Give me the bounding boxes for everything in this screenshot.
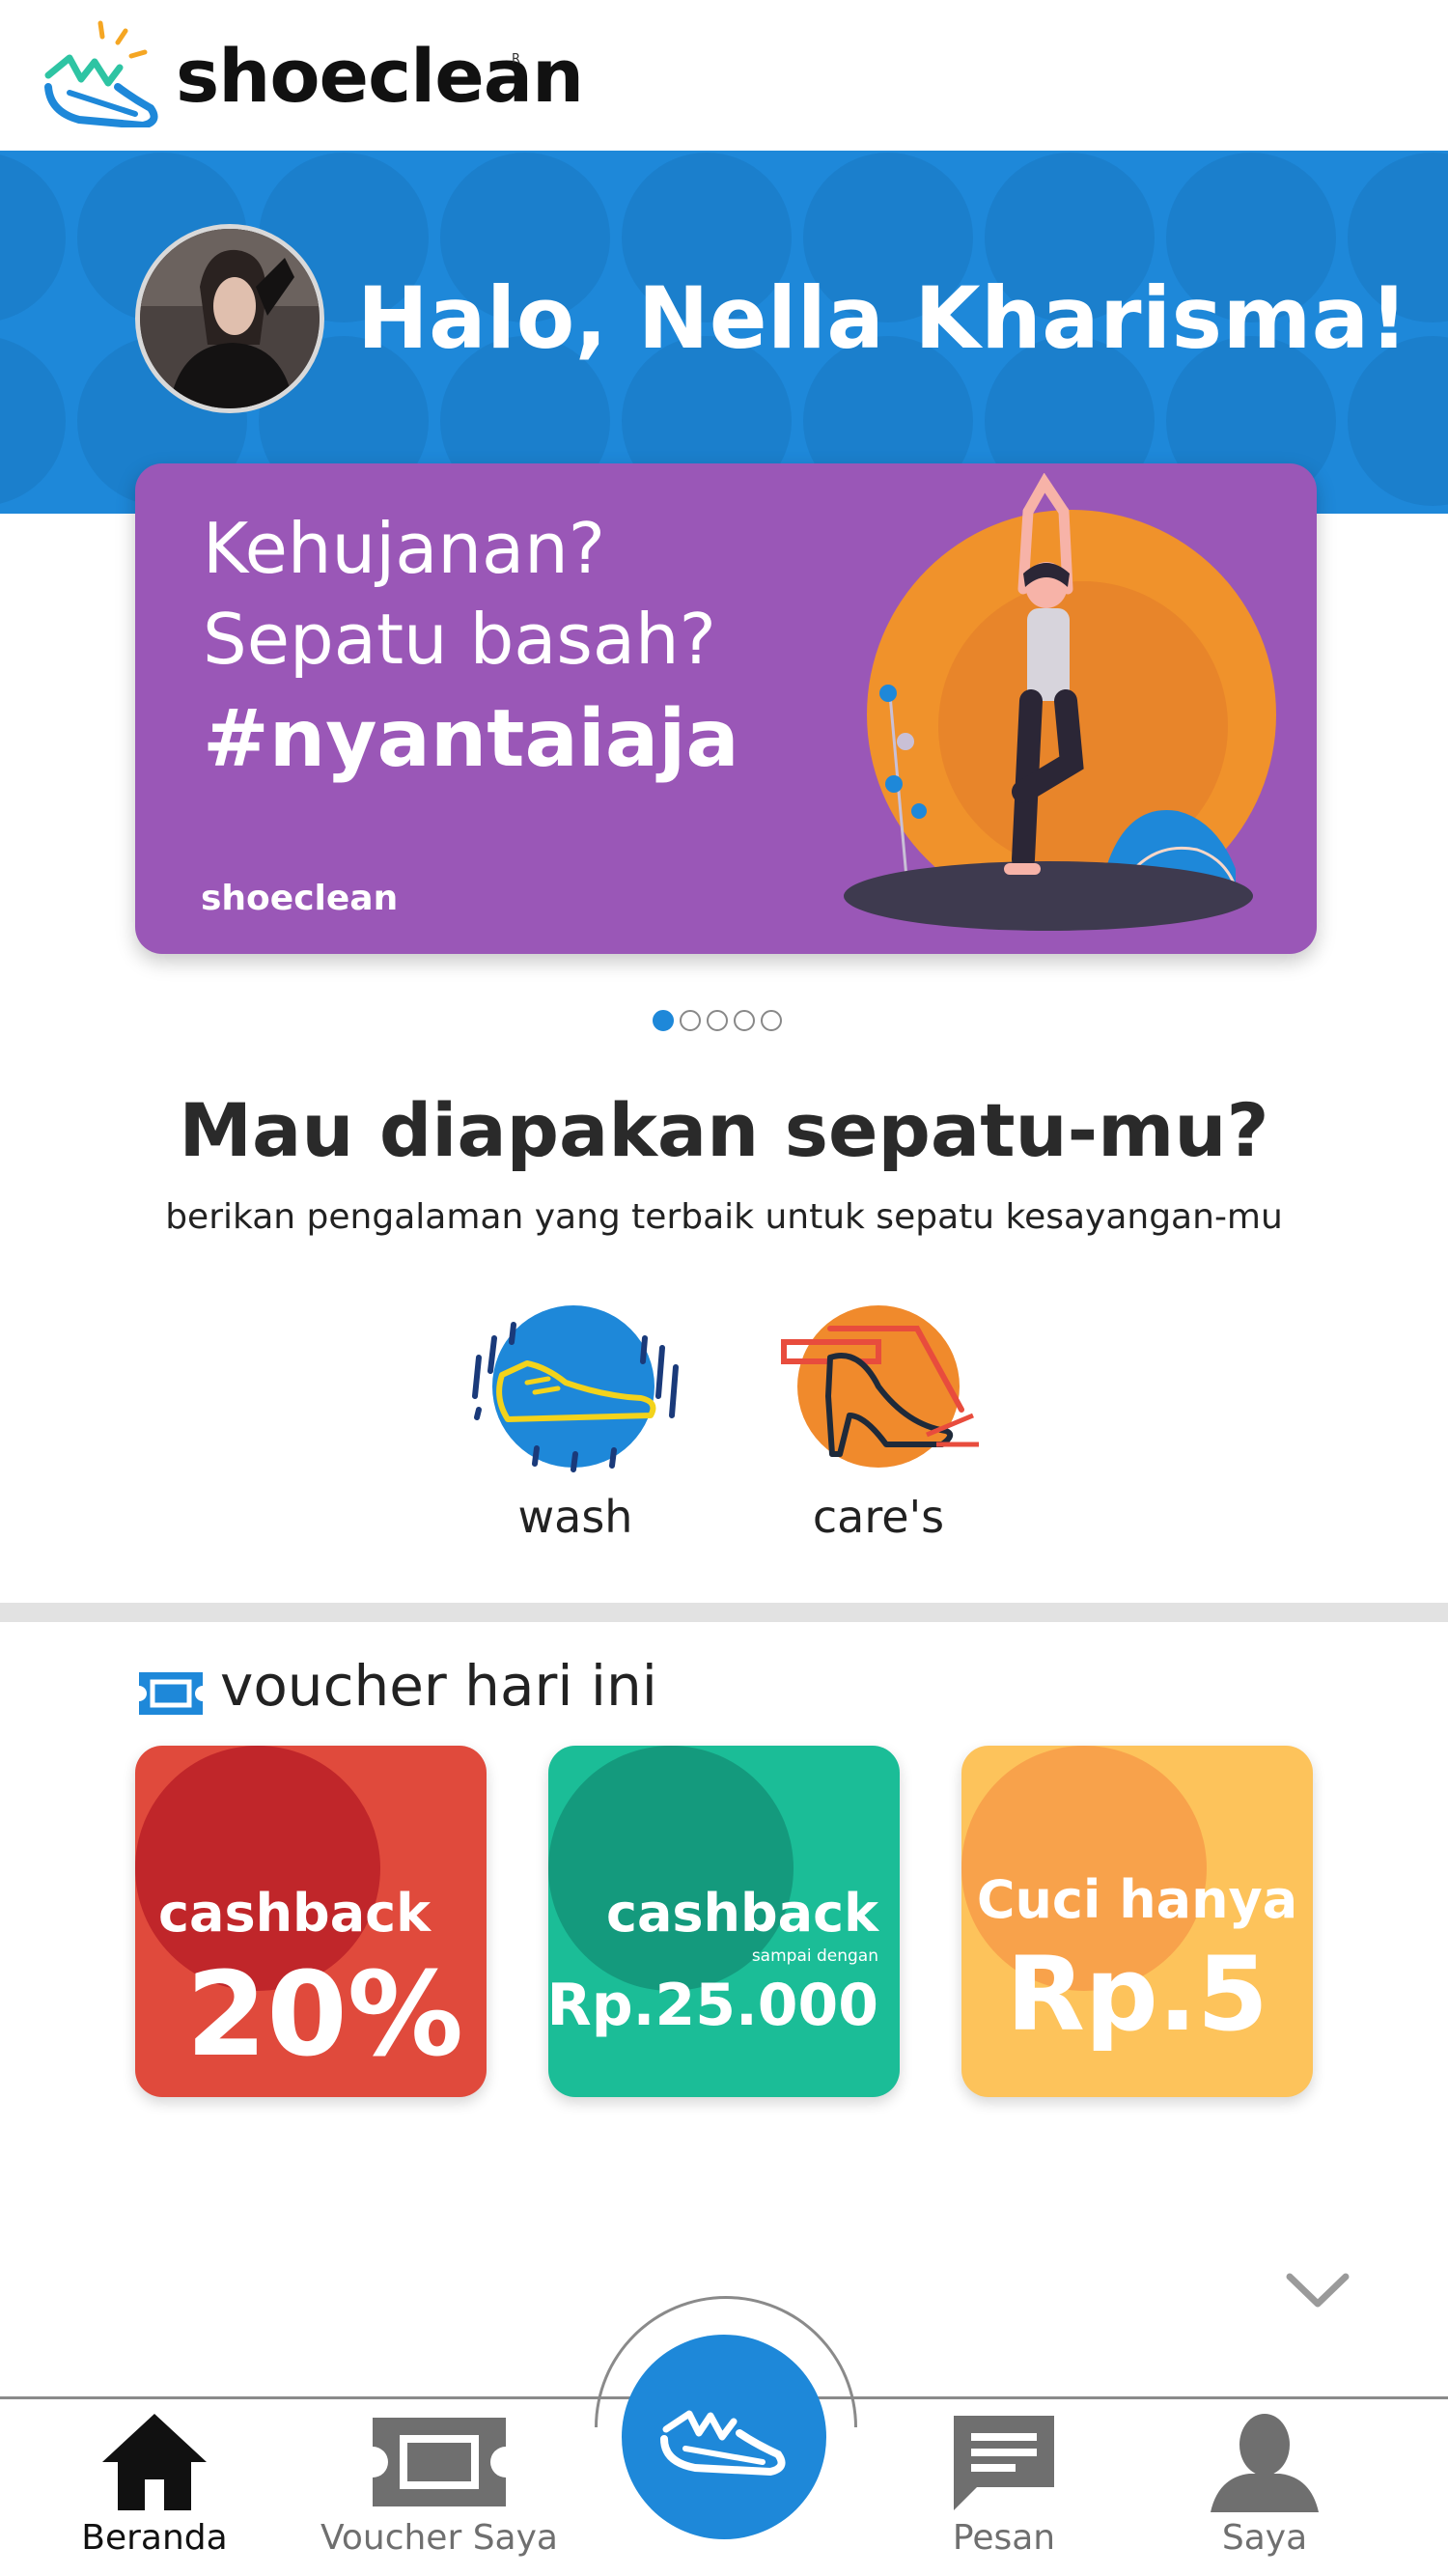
message-icon — [954, 2416, 1054, 2510]
nav-pesan-label: Pesan — [952, 2518, 1056, 2558]
voucher-card-cashback-20[interactable]: cashback 20% — [135, 1746, 487, 2097]
carousel-dot-2[interactable] — [680, 1010, 701, 1031]
nav-saya[interactable]: Saya — [1187, 2410, 1342, 2558]
service-wash-button[interactable]: wash — [469, 1290, 682, 1543]
voucher-value: Rp.5 — [1006, 1935, 1268, 2054]
carousel-indicator[interactable] — [653, 1010, 797, 1037]
brand-name: shoeclean — [176, 33, 584, 119]
avatar[interactable] — [135, 224, 324, 413]
nav-voucher-saya-label: Voucher Saya — [320, 2518, 558, 2558]
greeting-text: Halo, Nella Kharisma! — [357, 268, 1409, 368]
voucher-section-title: voucher hari ini — [220, 1653, 657, 1719]
avatar-photo — [140, 229, 320, 408]
registered-mark: R — [512, 52, 521, 67]
voucher-card-cashback-25000[interactable]: cashback sampai dengan Rp.25.000 — [548, 1746, 900, 2097]
order-shoe-fab[interactable] — [622, 2335, 826, 2539]
voucher-sublabel: sampai dengan — [751, 1946, 878, 1966]
promo-banner[interactable]: Kehujanan? Sepatu basah? #nyantaiaja sho… — [135, 463, 1317, 954]
services-title: Mau diapakan sepatu-mu? — [179, 1087, 1269, 1173]
voucher-value: 20% — [185, 1948, 463, 2083]
nav-beranda-label: Beranda — [81, 2518, 228, 2558]
section-divider — [0, 1603, 1448, 1622]
nav-pesan[interactable]: Pesan — [907, 2410, 1100, 2558]
service-wash-label: wash — [517, 1491, 633, 1543]
service-care-label: care's — [812, 1491, 945, 1543]
voucher-value: Rp.25.000 — [548, 1972, 878, 2039]
ticket-icon — [373, 2418, 506, 2506]
promo-headline-2: Sepatu basah? — [203, 599, 716, 680]
yoga-illustration — [844, 473, 1276, 931]
chevron-down-icon[interactable] — [1284, 2269, 1351, 2311]
home-icon — [102, 2414, 207, 2510]
ticket-icon — [139, 1672, 203, 1715]
nav-saya-label: Saya — [1221, 2518, 1308, 2558]
promo-brand: shoeclean — [201, 879, 399, 918]
carousel-dot-5[interactable] — [761, 1010, 782, 1031]
promo-headline-1: Kehujanan? — [203, 508, 605, 589]
service-care-button[interactable]: care's — [772, 1290, 985, 1543]
voucher-card-cuci-rp5[interactable]: Cuci hanya Rp.5 — [961, 1746, 1313, 2097]
voucher-label: Cuci hanya — [976, 1869, 1298, 1930]
shoe-sparkle-icon — [44, 20, 158, 127]
carousel-dot-3[interactable] — [707, 1010, 728, 1031]
voucher-label: cashback — [158, 1883, 432, 1944]
nav-beranda[interactable]: Beranda — [68, 2410, 241, 2558]
carousel-dot-1[interactable] — [653, 1010, 674, 1031]
voucher-label: cashback — [605, 1883, 878, 1944]
sneaker-wash-icon — [472, 1305, 679, 1472]
carousel-dot-4[interactable] — [734, 1010, 755, 1031]
shoe-icon — [660, 2410, 786, 2477]
promo-hashtag: #nyantaiaja — [203, 693, 739, 785]
user-icon — [1211, 2414, 1319, 2512]
nav-voucher-saya[interactable]: Voucher Saya — [319, 2410, 560, 2558]
services-subtitle: berikan pengalaman yang terbaik untuk se… — [165, 1197, 1283, 1237]
high-heel-care-icon — [781, 1305, 979, 1468]
